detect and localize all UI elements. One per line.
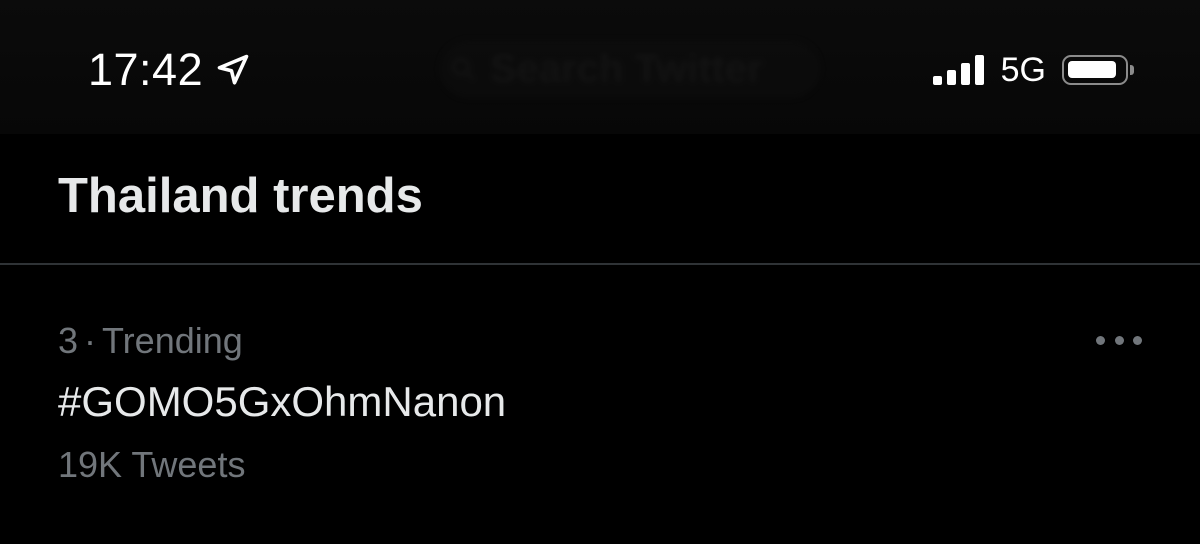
trend-context: Trending: [102, 320, 243, 361]
battery-icon: [1062, 55, 1134, 85]
search-bar[interactable]: Search Twitter: [440, 40, 820, 98]
search-icon: [451, 57, 475, 81]
trend-rank: 3: [58, 320, 79, 361]
search-placeholder: Search Twitter: [490, 46, 763, 91]
status-time: 17:42: [88, 44, 204, 95]
network-type: 5G: [1000, 50, 1046, 89]
trend-tweet-count: 19K Tweets: [58, 444, 246, 485]
status-bar: Search Twitter 17:42 5G: [0, 0, 1200, 134]
divider: [0, 263, 1200, 265]
location-arrow-icon: [217, 54, 249, 85]
trend-meta: 3 · Trending: [58, 320, 243, 362]
cellular-signal-icon: [932, 55, 989, 85]
more-horizontal-icon[interactable]: [1096, 328, 1142, 352]
status-indicators: 5G: [932, 44, 1134, 96]
trend-item[interactable]: 3 · Trending #GOMO5GxOhmNanon 19K Tweets: [0, 266, 1200, 544]
status-time-group: 17:42: [88, 44, 251, 96]
section-title: Thailand trends: [58, 169, 423, 223]
trend-name[interactable]: #GOMO5GxOhmNanon: [58, 378, 506, 426]
trend-separator: ·: [84, 320, 97, 361]
